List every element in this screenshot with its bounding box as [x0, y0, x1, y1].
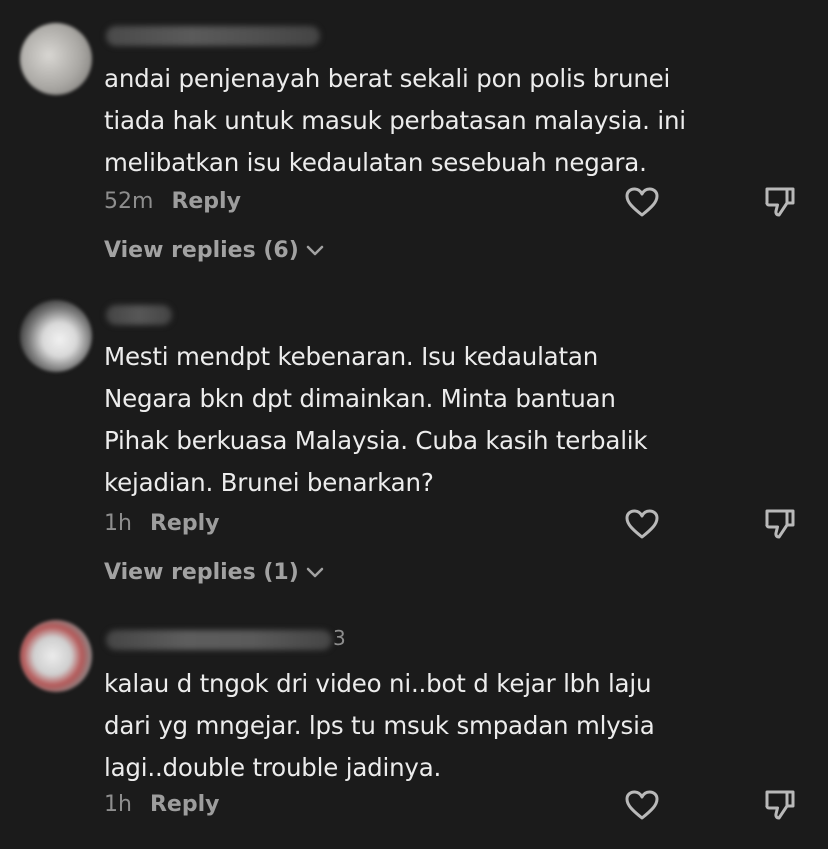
heart-outline-icon — [625, 187, 659, 217]
comment-text-line: andai penjenayah berat sekali pon polis … — [104, 64, 671, 93]
username-blurred[interactable] — [106, 630, 332, 650]
username-blurred[interactable] — [106, 305, 172, 325]
comment-meta: 52m Reply — [104, 189, 241, 214]
comment-text-line: dari yg mngejar. lps tu msuk smpadan mly… — [104, 711, 655, 740]
comment-text-line: kalau d tngok dri video ni..bot d kejar … — [104, 669, 652, 698]
thumbs-down-icon — [765, 187, 795, 217]
chevron-down-icon — [306, 567, 324, 577]
thumbs-down-icon — [765, 790, 795, 820]
like-button[interactable] — [622, 504, 662, 544]
username-tail: 3 — [333, 626, 346, 650]
heart-outline-icon — [625, 509, 659, 539]
reply-button[interactable]: Reply — [171, 189, 241, 214]
reply-button[interactable]: Reply — [150, 511, 220, 536]
avatar[interactable] — [20, 620, 92, 692]
comment-meta: 1h Reply — [104, 792, 219, 817]
chevron-down-icon — [306, 245, 324, 255]
comment-text-line: kejadian. Brunei benarkan? — [104, 468, 434, 497]
avatar[interactable] — [20, 23, 92, 95]
comment-timestamp: 1h — [104, 792, 132, 817]
comment-text-line: Pihak berkuasa Malaysia. Cuba kasih terb… — [104, 426, 648, 455]
view-replies-label: View replies (6) — [104, 238, 299, 263]
avatar[interactable] — [20, 300, 92, 372]
comment-text: Mesti mendpt kebenaran. Isu kedaulatan N… — [104, 336, 764, 504]
dislike-button[interactable] — [760, 182, 800, 222]
view-replies-button[interactable]: View replies (6) — [104, 238, 325, 263]
dislike-button[interactable] — [760, 504, 800, 544]
comment-text-line: lagi..double trouble jadinya. — [104, 753, 442, 782]
dislike-button[interactable] — [760, 785, 800, 825]
comment-timestamp: 52m — [104, 189, 154, 214]
comment-text: kalau d tngok dri video ni..bot d kejar … — [104, 663, 764, 789]
comment-text-line: Mesti mendpt kebenaran. Isu kedaulatan — [104, 342, 599, 371]
heart-outline-icon — [625, 790, 659, 820]
view-replies-button[interactable]: View replies (1) — [104, 560, 325, 585]
comment-text-line: tiada hak untuk masuk perbatasan malaysi… — [104, 106, 686, 135]
thumbs-down-icon — [765, 509, 795, 539]
reply-button[interactable]: Reply — [150, 792, 220, 817]
like-button[interactable] — [622, 785, 662, 825]
comment-timestamp: 1h — [104, 511, 132, 536]
comment-text-line: Negara bkn dpt dimainkan. Minta bantuan — [104, 384, 616, 413]
like-button[interactable] — [622, 182, 662, 222]
username-blurred[interactable] — [106, 26, 320, 46]
comment-text-line: melibatkan isu kedaulatan sesebuah negar… — [104, 148, 647, 177]
comment-text: andai penjenayah berat sekali pon polis … — [104, 58, 764, 184]
comment-meta: 1h Reply — [104, 511, 219, 536]
view-replies-label: View replies (1) — [104, 560, 299, 585]
